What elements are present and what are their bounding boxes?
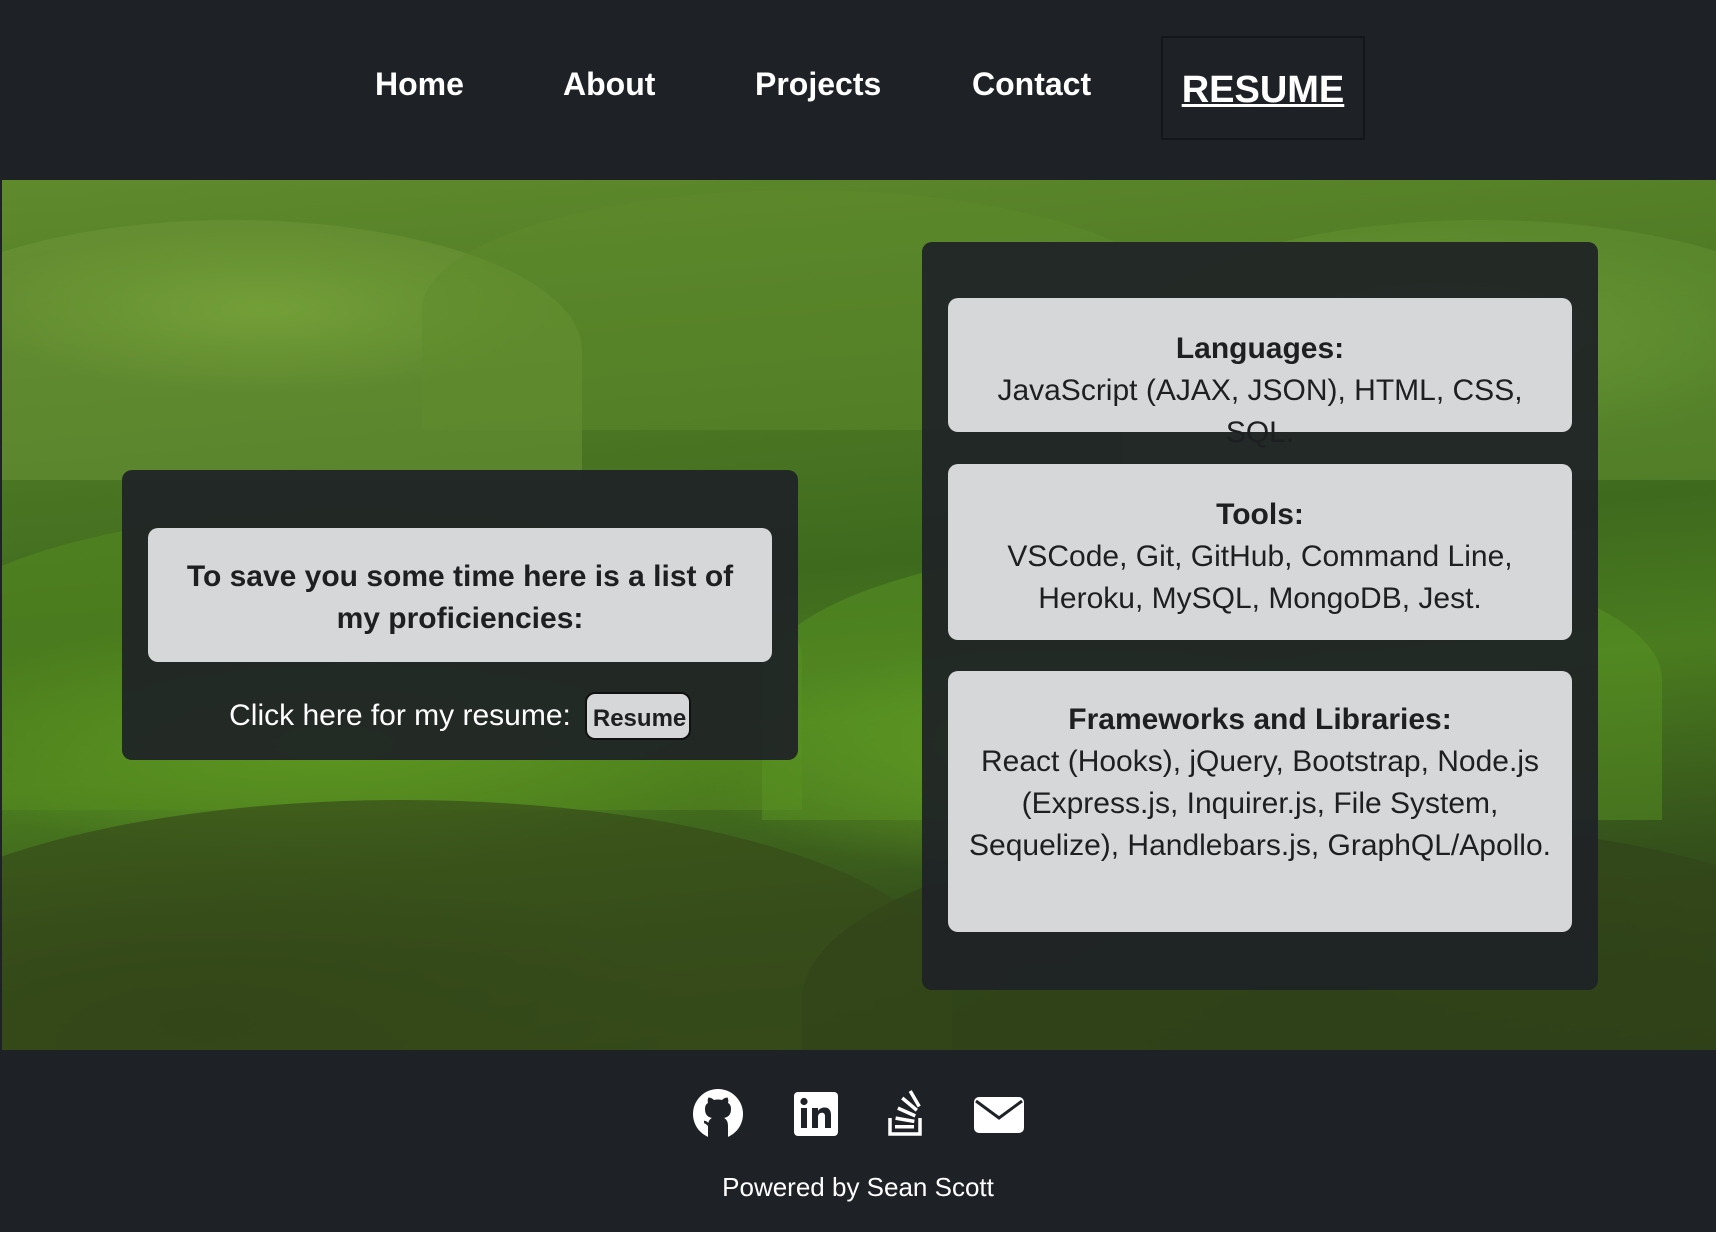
- skill-text: React (Hooks), jQuery, Bootstrap, Node.j…: [969, 745, 1551, 862]
- resume-row: Click here for my resume: Resume: [122, 692, 798, 740]
- resume-label: Click here for my resume:: [229, 699, 571, 732]
- nav-link-resume[interactable]: RESUME: [1163, 38, 1363, 138]
- skill-card-languages: Languages: JavaScript (AJAX, JSON), HTML…: [948, 298, 1572, 449]
- resume-button[interactable]: Resume: [584, 692, 691, 740]
- top-nav: Home About Projects Contact RESUME: [0, 0, 1716, 180]
- skill-card-frameworks: Frameworks and Libraries: React (Hooks),…: [948, 671, 1572, 932]
- skills-panel: Languages: JavaScript (AJAX, JSON), HTML…: [922, 242, 1598, 990]
- nav-resume-active-box: RESUME: [1161, 36, 1365, 140]
- skill-title: Frameworks and Libraries:: [1068, 703, 1452, 736]
- intro-panel: To save you some time here is a list of …: [122, 470, 798, 760]
- nav-link-about[interactable]: About: [563, 58, 655, 110]
- powered-by-text: Powered by Sean Scott: [722, 1172, 994, 1202]
- skill-title: Tools:: [1216, 498, 1304, 531]
- footer: Powered by Sean Scott: [0, 1050, 1716, 1232]
- nav-link-projects[interactable]: Projects: [755, 58, 881, 110]
- nav-link-home[interactable]: Home: [375, 58, 464, 110]
- skill-text: JavaScript (AJAX, JSON), HTML, CSS, SQL.: [997, 374, 1523, 449]
- email-icon[interactable]: [972, 1088, 1026, 1140]
- social-icons: [690, 1088, 1030, 1148]
- skill-title: Languages:: [1175, 332, 1345, 365]
- linkedin-icon[interactable]: [790, 1088, 842, 1140]
- stack-overflow-icon[interactable]: [880, 1088, 932, 1140]
- page: Home About Projects Contact RESUME To sa…: [0, 0, 1716, 1232]
- intro-card: To save you some time here is a list of …: [148, 528, 772, 662]
- hero-landscape-background: To save you some time here is a list of …: [2, 180, 1716, 1050]
- skill-card-tools: Tools: VSCode, Git, GitHub, Command Line…: [948, 464, 1572, 640]
- github-icon[interactable]: [692, 1088, 744, 1140]
- nav-link-contact[interactable]: Contact: [972, 58, 1091, 110]
- skill-text: VSCode, Git, GitHub, Command Line, Herok…: [1007, 540, 1513, 615]
